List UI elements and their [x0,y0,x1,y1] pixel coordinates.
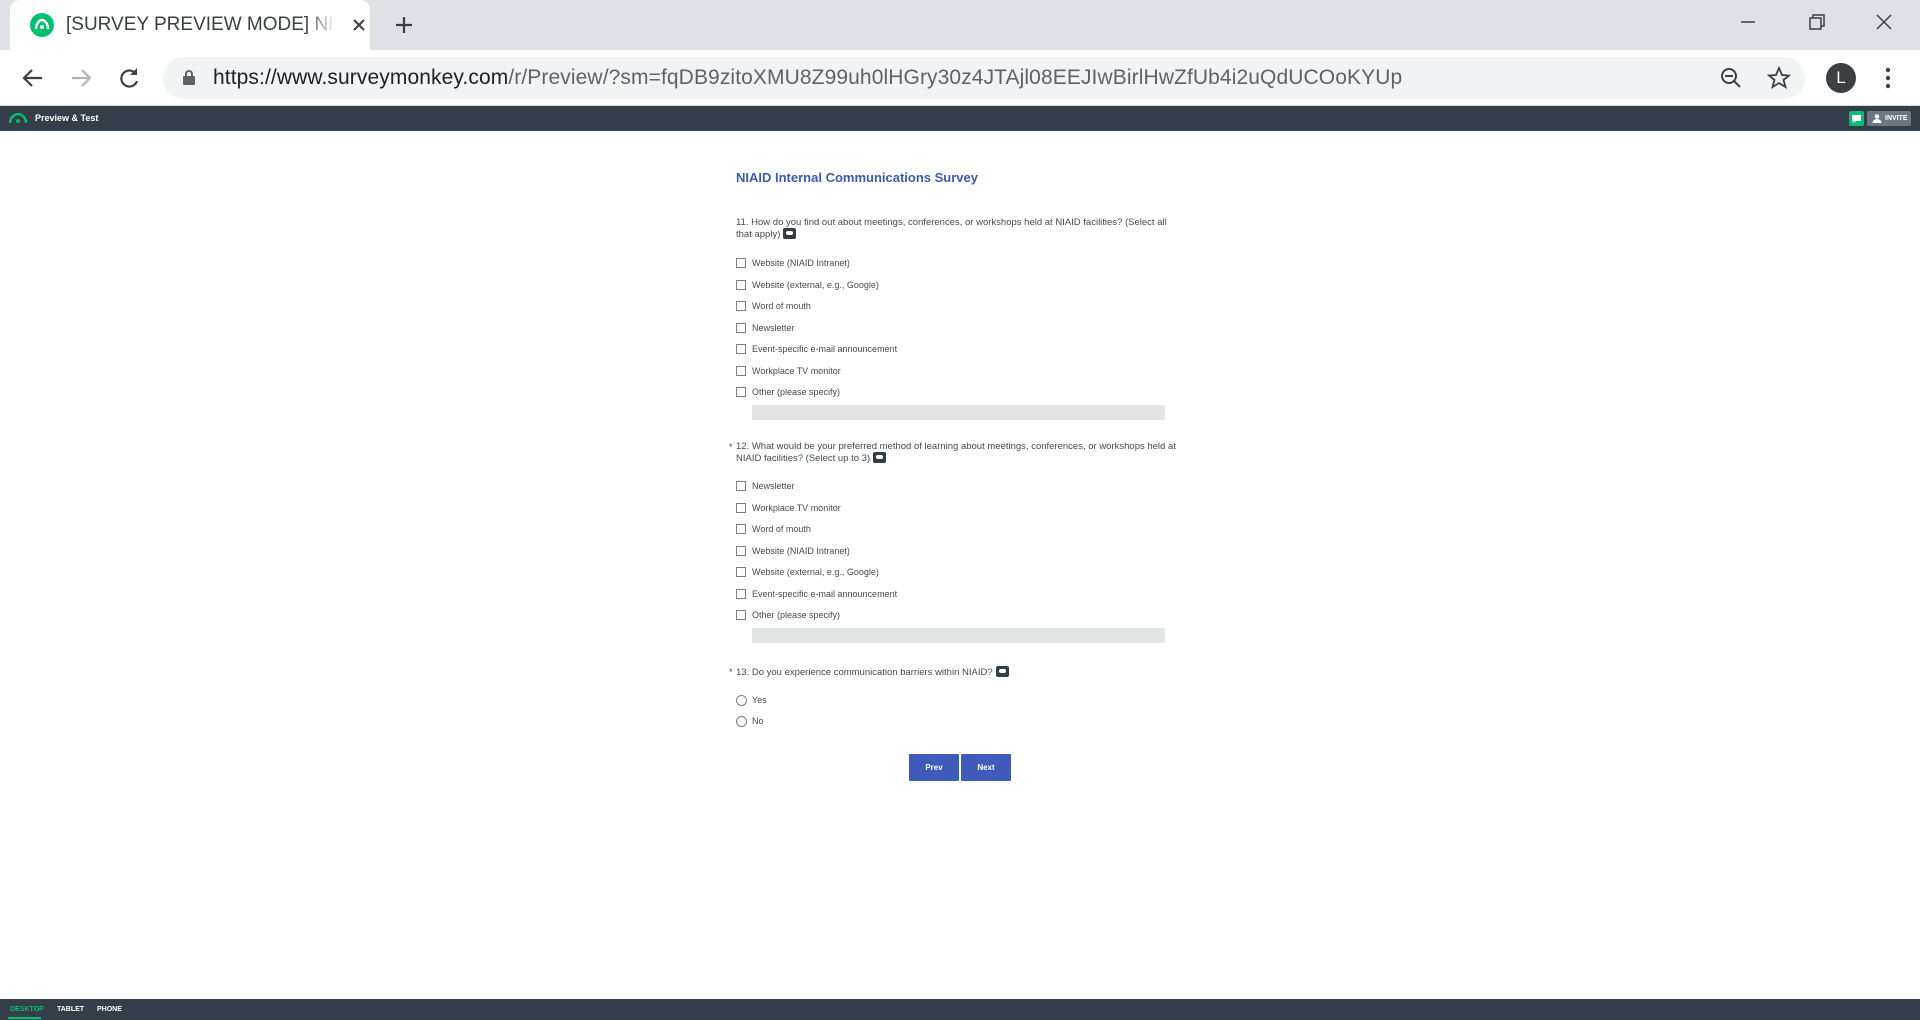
invite-button[interactable]: INVITE [1867,111,1911,126]
url-text: https://www.surveymonkey.com/r/Preview/?… [213,66,1403,89]
required-marker: * [729,667,733,677]
device-tab-phone[interactable]: PHONE [97,1006,122,1013]
forward-arrow-icon[interactable] [67,64,95,92]
checkbox[interactable] [736,546,746,556]
device-tab-desktop[interactable]: DESKTOP [10,1006,44,1013]
preview-test-label[interactable]: Preview & Test [35,113,98,123]
preview-test-bar: Preview & Test INVITE [0,106,1920,131]
question-13-text: 13. Do you experience communication barr… [736,666,1176,679]
bookmark-star-icon[interactable] [1766,65,1792,90]
surveymonkey-logo-icon [8,112,28,130]
checkbox[interactable] [736,323,746,333]
checkbox[interactable] [736,567,746,577]
back-arrow-icon[interactable] [19,64,47,92]
checkbox[interactable] [736,503,746,513]
user-icon [1872,114,1882,123]
address-bar[interactable]: https://www.surveymonkey.com/r/Preview/?… [163,57,1805,99]
minimize-icon[interactable] [1730,8,1766,36]
checkbox[interactable] [736,589,746,599]
restore-icon[interactable] [1798,8,1834,36]
checkbox[interactable] [736,610,746,620]
checkbox[interactable] [736,258,746,268]
checkbox[interactable] [736,366,746,376]
device-tab-tablet[interactable]: TABLET [57,1006,84,1013]
required-marker: * [729,442,733,452]
browser-menu-icon[interactable] [1876,64,1900,92]
new-tab-icon[interactable] [390,11,418,39]
question-comment-icon[interactable] [995,666,1009,677]
prev-button[interactable]: Prev [909,754,959,781]
invite-label: INVITE [1885,115,1908,122]
checkbox[interactable] [736,481,746,491]
surveymonkey-favicon-icon [30,13,54,37]
checkbox[interactable] [736,280,746,290]
active-tab-indicator [8,1017,41,1019]
reload-icon[interactable] [115,64,143,92]
question-12-text: 12. What would be your preferred method … [736,441,1176,465]
browser-toolbar: https://www.surveymonkey.com/r/Preview/?… [0,50,1920,106]
checkbox[interactable] [736,387,746,397]
zoom-out-icon[interactable] [1719,66,1743,90]
close-window-icon[interactable] [1866,8,1902,36]
tab-title: [SURVEY PREVIEW MODE] NIAID Internal Com… [66,14,336,36]
q12-other-input[interactable] [752,628,1165,643]
browser-tab[interactable]: [SURVEY PREVIEW MODE] NIAID Internal Com… [10,0,370,50]
comment-icon[interactable] [1849,111,1864,126]
browser-tab-strip: [SURVEY PREVIEW MODE] NIAID Internal Com… [0,0,1920,50]
q11-other-input[interactable] [752,405,1165,420]
question-11-text: 11. How do you find out about meetings, … [736,217,1167,241]
device-preview-bar: DESKTOP TABLET PHONE [0,999,1920,1020]
survey-title: NIAID Internal Communications Survey [736,170,978,185]
checkbox[interactable] [736,344,746,354]
question-comment-icon[interactable] [783,228,797,239]
checkbox[interactable] [736,301,746,311]
radio-button[interactable] [736,695,747,706]
question-comment-icon[interactable] [873,452,887,463]
tab-close-icon[interactable] [347,13,371,37]
next-button[interactable]: Next [961,754,1011,781]
checkbox[interactable] [736,524,746,534]
radio-button[interactable] [736,716,747,727]
profile-avatar[interactable]: L [1826,63,1856,93]
lock-icon [182,69,196,91]
